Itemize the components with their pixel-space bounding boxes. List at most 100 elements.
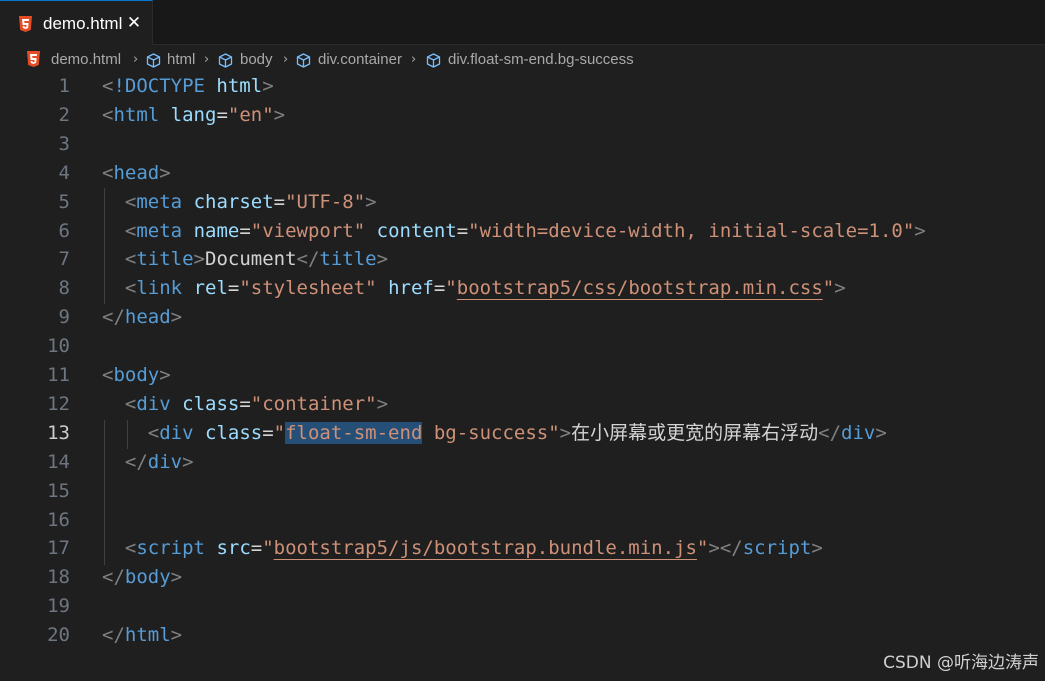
code-token: </	[102, 306, 125, 329]
code-token: html	[216, 75, 263, 97]
code-token: <	[124, 219, 137, 242]
line-number: 16	[47, 508, 70, 531]
code-token: 在小屏幕或更宽的屏幕右浮动	[571, 421, 819, 444]
code-line[interactable]: <body>	[102, 361, 171, 390]
code-line[interactable]: <link rel="stylesheet" href="bootstrap5/…	[102, 274, 846, 303]
line-number: 1	[58, 75, 70, 97]
tab-title: demo.html	[43, 14, 123, 33]
code-token: head	[124, 306, 171, 329]
code-line[interactable]: <html lang="en">	[102, 101, 285, 130]
chevron-right-icon: ›	[411, 52, 417, 67]
watermark-text: CSDN @听海边涛声	[883, 653, 1039, 673]
code-editor[interactable]: <!DOCTYPE html> <html lang="en"> <head> <m…	[102, 72, 1042, 652]
code-line[interactable]: <title>Document</title>	[102, 245, 388, 274]
code-token: >	[262, 75, 274, 97]
code-line[interactable]: </body>	[102, 563, 182, 592]
close-icon[interactable]: ✕	[125, 13, 143, 33]
code-token: =	[433, 277, 446, 300]
code-line[interactable]: <script src="bootstrap5/js/bootstrap.bun…	[102, 534, 823, 563]
code-token: "viewport"	[250, 219, 366, 242]
code-line[interactable]: </head>	[102, 303, 182, 332]
code-line[interactable]: <meta name="viewport" content="width=dev…	[102, 217, 926, 246]
code-token: "width=device-width, initial-scale=1.0"	[468, 219, 915, 242]
code-token: div	[841, 421, 876, 444]
breadcrumb-item-div-container[interactable]: div.container	[318, 50, 402, 70]
code-token: </	[818, 421, 842, 444]
code-line[interactable]: <head>	[102, 159, 171, 188]
chevron-right-icon: ›	[133, 52, 139, 67]
code-token: charset	[193, 190, 274, 213]
code-token: "	[262, 537, 274, 560]
code-token: !DOCTYPE	[113, 75, 205, 97]
breadcrumb-item-body[interactable]: body	[240, 50, 273, 70]
code-line[interactable]: <div class="float-sm-end bg-success">在小屏…	[102, 419, 887, 448]
tab-bar: demo.html ✕	[0, 0, 1045, 45]
line-number: 9	[58, 306, 70, 329]
code-line[interactable]: <meta charset="UTF-8">	[102, 188, 377, 217]
code-token: >	[365, 190, 377, 213]
code-line[interactable]: </div>	[102, 448, 194, 477]
code-token: <	[124, 190, 137, 213]
code-token: "	[822, 277, 835, 300]
line-number: 6	[58, 219, 70, 242]
code-token: </	[102, 624, 125, 647]
code-token: >	[834, 277, 846, 300]
code-token: =	[239, 219, 251, 242]
breadcrumb-item-div-float[interactable]: div.float-sm-end.bg-success	[448, 50, 634, 70]
code-token: >	[182, 450, 194, 473]
code-token: >	[559, 421, 572, 444]
code-token: >	[170, 566, 183, 589]
code-token: Document	[205, 248, 297, 271]
code-token: script	[136, 537, 205, 560]
breadcrumb-item-file[interactable]: demo.html	[51, 50, 121, 70]
code-line[interactable]: </html>	[102, 621, 182, 650]
code-token: "container"	[250, 392, 377, 415]
code-token: lang	[170, 103, 217, 126]
code-token: div	[159, 421, 194, 444]
symbol-cube-icon	[296, 53, 311, 68]
code-token: div	[136, 392, 171, 415]
code-token: >	[273, 103, 286, 126]
code-line[interactable]: <!DOCTYPE html>	[102, 72, 274, 101]
code-token: =	[239, 392, 251, 415]
line-number: 11	[47, 364, 70, 386]
code-token: "	[273, 421, 286, 444]
code-token: >	[811, 537, 823, 560]
tab-demo-html[interactable]: demo.html ✕	[0, 0, 153, 45]
code-token: >	[376, 392, 389, 415]
code-token: body	[113, 364, 160, 386]
code-token: meta	[136, 190, 183, 213]
code-token: =	[250, 537, 263, 560]
code-token: "stylesheet"	[239, 277, 377, 300]
code-token: >	[159, 364, 171, 386]
code-token: >	[170, 624, 183, 647]
code-token: script	[742, 537, 812, 560]
code-token: <	[102, 75, 114, 97]
code-token: title	[136, 248, 194, 271]
code-token: "	[445, 277, 457, 300]
code-token: <	[124, 392, 137, 415]
code-token: div	[147, 450, 183, 473]
code-token: href	[388, 277, 434, 300]
code-token: <	[102, 364, 114, 386]
breadcrumb-item-html[interactable]: html	[167, 50, 195, 70]
line-number-gutter: 1 2 3 4 5 6 7 8 9 10 11 12 13 14 15 16 17 18 19 20	[0, 72, 80, 672]
line-number: 10	[47, 335, 70, 358]
code-token: </	[296, 248, 320, 271]
line-number: 14	[47, 450, 70, 473]
html5-file-icon	[27, 51, 40, 67]
code-token: </	[124, 450, 148, 473]
code-token: ></	[708, 537, 743, 560]
code-line[interactable]: <div class="container">	[102, 390, 388, 419]
code-token: title	[319, 248, 377, 271]
